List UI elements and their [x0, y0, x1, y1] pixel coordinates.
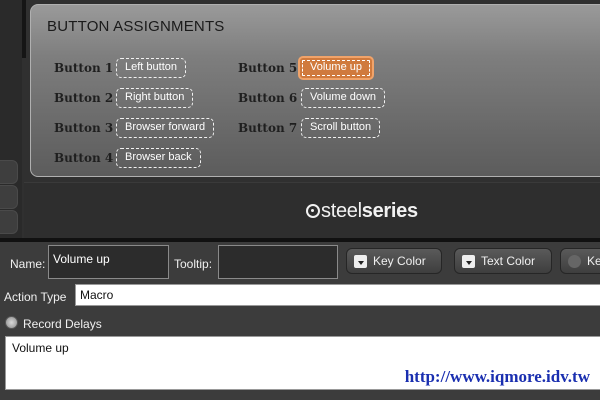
logo-text-light: steel	[321, 200, 362, 222]
button-4-label: Button 4	[54, 151, 114, 165]
record-delays-radio[interactable]	[5, 316, 18, 329]
key-color-swatch-icon	[354, 255, 367, 268]
sidebar-tab-1[interactable]	[0, 160, 18, 184]
button-5-assignment-selected[interactable]: Volume up	[298, 56, 374, 80]
third-button-label: Ke	[587, 254, 600, 268]
watermark-url: http://www.iqmore.idv.tw	[404, 367, 590, 386]
sidebar-divider	[22, 0, 26, 58]
macro-editor: Name: Volume up Tooltip: Key Color Text …	[0, 242, 600, 400]
tooltip-field[interactable]	[218, 245, 338, 279]
button-1-label: Button 1	[54, 61, 114, 75]
left-sidebar	[0, 0, 26, 240]
button-3-assignment[interactable]: Browser forward	[116, 118, 215, 138]
sidebar-tab-2[interactable]	[0, 185, 18, 209]
tooltip-label: Tooltip:	[174, 257, 213, 271]
button-7-label: Button 7	[238, 121, 298, 135]
button-5-label: Button 5	[238, 61, 298, 75]
name-field[interactable]: Volume up	[48, 245, 169, 279]
button-assignments-panel: BUTTON ASSIGNMENTS Button 1 Left button …	[30, 4, 600, 177]
button-7-assignment[interactable]: Scroll button	[301, 118, 381, 138]
sidebar-tab-3[interactable]	[0, 210, 18, 234]
steelseries-engine-window: BUTTON ASSIGNMENTS Button 1 Left button …	[0, 0, 600, 400]
button-3-label: Button 3	[54, 121, 114, 135]
logo-text-bold: series	[361, 200, 418, 222]
button-2-label: Button 2	[54, 91, 114, 105]
button-6-label: Button 6	[238, 91, 298, 105]
text-color-label: Text Color	[481, 254, 536, 268]
steelseries-logo-icon	[306, 204, 320, 218]
third-color-button[interactable]: Ke	[560, 248, 600, 274]
name-label: Name:	[10, 257, 46, 271]
panel-title: BUTTON ASSIGNMENTS	[47, 18, 225, 35]
color-dot-icon	[568, 255, 581, 268]
button-1-assignment[interactable]: Left button	[116, 58, 186, 78]
steelseries-logo: steelseries	[306, 200, 418, 223]
key-color-label: Key Color	[373, 254, 426, 268]
action-type-label: Action Type	[4, 290, 67, 304]
key-color-button[interactable]: Key Color	[346, 248, 442, 274]
button-6-assignment[interactable]: Volume down	[301, 88, 386, 108]
button-4-assignment[interactable]: Browser back	[116, 148, 201, 168]
assignment-area: BUTTON ASSIGNMENTS Button 1 Left button …	[0, 0, 600, 240]
action-type-select[interactable]: Macro	[75, 284, 600, 306]
button-2-assignment[interactable]: Right button	[116, 88, 194, 108]
text-color-button[interactable]: Text Color	[454, 248, 552, 274]
record-delays-label: Record Delays	[23, 317, 102, 331]
text-color-swatch-icon	[462, 255, 475, 268]
